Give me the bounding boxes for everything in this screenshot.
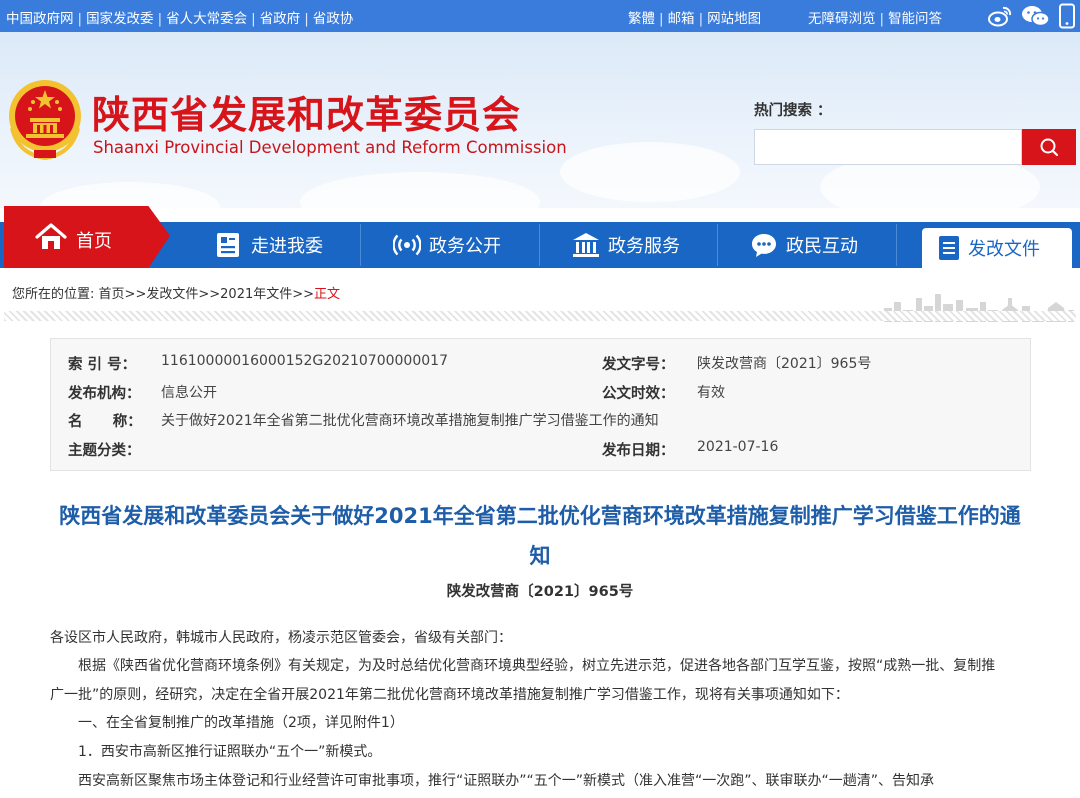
site-header: 陕西省发展和改革委员会 Shaanxi Provincial Developme… xyxy=(0,32,1080,208)
home-icon xyxy=(35,223,67,249)
date-label: 发布日期： xyxy=(602,443,675,459)
link-gov-cn[interactable]: 中国政府网 xyxy=(6,11,74,27)
document-icon xyxy=(939,236,959,260)
top-links-mid: 繁體 | 邮箱 | 网站地图 xyxy=(628,11,762,27)
article-title-line2: 知 xyxy=(529,544,551,568)
article-title-line1: 陕西省发展和改革委员会关于做好2021年全省第二批优化营商环境改革措施复制推广学… xyxy=(59,504,1021,528)
mobile-icon[interactable] xyxy=(1058,3,1076,29)
article-paragraph: 各设区市人民政府，韩城市人民政府，杨凌示范区管委会，省级有关部门： xyxy=(50,630,512,646)
name-value: 关于做好2021年全省第二批优化营商环境改革措施复制推广学习借鉴工作的通知 xyxy=(161,413,659,429)
article-paragraph: 西安高新区聚焦市场主体登记和行业经营许可审批事项，推行“证照联办”“五个一”新模… xyxy=(78,773,935,789)
nav-home[interactable]: 首页 xyxy=(4,206,170,268)
hot-search-label: 热门搜索 ： xyxy=(754,103,832,119)
id-card-icon xyxy=(217,233,239,257)
government-building-icon xyxy=(573,233,599,257)
broadcast-icon xyxy=(393,234,421,256)
site-subtitle: Shaanxi Provincial Development and Refor… xyxy=(93,138,567,157)
document-info-table: 索 引 号： 11610000016000152G20210700000017 … xyxy=(50,338,1031,471)
search-icon xyxy=(1040,138,1059,157)
link-accessibility[interactable]: 无障碍浏览 xyxy=(808,11,876,27)
nav-documents-active[interactable]: 发改文件 xyxy=(922,228,1072,268)
nav-open-gov[interactable]: 政务公开 xyxy=(393,222,501,268)
docno-value: 陕发改营商〔2021〕965号 xyxy=(697,356,872,372)
link-sitemap[interactable]: 网站地图 xyxy=(707,11,761,27)
national-emblem-icon xyxy=(9,80,81,161)
article-docno: 陕发改营商〔2021〕965号 xyxy=(446,584,634,600)
index-label: 索 引 号： xyxy=(68,357,137,373)
link-mailbox[interactable]: 邮箱 xyxy=(668,11,695,27)
breadcrumb-divider xyxy=(4,311,1076,321)
nav-interaction-label: 政民互动 xyxy=(786,236,858,257)
category-label: 主题分类： xyxy=(68,443,141,459)
org-value: 信息公开 xyxy=(161,385,217,401)
nav-home-label: 首页 xyxy=(76,231,112,252)
site-title: 陕西省发展和改革委员会 xyxy=(92,92,522,137)
article-paragraph: 1．西安市高新区推行证照联办“五个一”新模式。 xyxy=(78,744,382,760)
search-input[interactable] xyxy=(754,129,1022,165)
link-provincial-gov[interactable]: 省政府 xyxy=(260,11,301,27)
link-ndrc[interactable]: 国家发改委 xyxy=(86,11,154,27)
search-button[interactable] xyxy=(1022,129,1076,165)
nav-gov-services[interactable]: 政务服务 xyxy=(572,222,680,268)
breadcrumb-home[interactable]: 首页 xyxy=(99,287,125,302)
weibo-icon[interactable] xyxy=(987,3,1013,29)
article-title: 陕西省发展和改革委员会关于做好2021年全省第二批优化营商环境改革措施复制推广学… xyxy=(30,496,1050,576)
docno-label: 发文字号： xyxy=(602,357,675,373)
breadcrumb-prefix: 您所在的位置: xyxy=(12,287,95,302)
breadcrumb-2021[interactable]: 2021年文件 xyxy=(220,287,292,302)
top-links-right: 无障碍浏览 | 智能问答 xyxy=(808,11,943,27)
index-value: 11610000016000152G20210700000017 xyxy=(161,353,448,369)
link-traditional[interactable]: 繁體 xyxy=(628,11,655,27)
breadcrumb-documents[interactable]: 发改文件 xyxy=(146,287,198,302)
nav-open-gov-label: 政务公开 xyxy=(429,236,501,257)
wechat-icon[interactable] xyxy=(1021,3,1051,29)
nav-interaction[interactable]: 政民互动 xyxy=(750,222,858,268)
nav-about[interactable]: 走进我委 xyxy=(215,222,323,268)
breadcrumb: 您所在的位置: 首页>>发改文件>>2021年文件>>正文 xyxy=(12,287,341,302)
validity-label: 公文时效： xyxy=(602,386,675,402)
org-label: 发布机构： xyxy=(68,386,141,402)
date-value: 2021-07-16 xyxy=(697,439,779,455)
link-cppcc[interactable]: 省政协 xyxy=(313,11,354,27)
nav-gov-services-label: 政务服务 xyxy=(608,236,680,257)
breadcrumb-current: 正文 xyxy=(314,287,341,302)
chat-bubble-icon xyxy=(752,234,776,257)
article-paragraph: 广一批”的原则，经研究，决定在全省开展2021年第二批优化营商环境改革措施复制推… xyxy=(50,687,849,703)
nav-documents-label: 发改文件 xyxy=(968,239,1040,260)
article-paragraph: 根据《陕西省优化营商环境条例》有关规定，为及时总结优化营商环境典型经验，树立先进… xyxy=(78,658,996,674)
nav-about-label: 走进我委 xyxy=(251,236,323,257)
validity-value: 有效 xyxy=(697,385,725,401)
link-smart-qa[interactable]: 智能问答 xyxy=(888,11,942,27)
top-bar: 中国政府网 | 国家发改委 | 省人大常委会 | 省政府 | 省政协 繁體 | 邮箱 | 网站地图 无障… xyxy=(0,0,1080,32)
link-provincial-congress[interactable]: 省人大常委会 xyxy=(166,11,247,27)
article-paragraph: 一、在全省复制推广的改革措施（2项，详见附件1） xyxy=(78,715,404,731)
top-links-left: 中国政府网 | 国家发改委 | 省人大常委会 | 省政府 | 省政协 xyxy=(6,11,354,27)
name-label: 名 称： xyxy=(68,414,142,430)
